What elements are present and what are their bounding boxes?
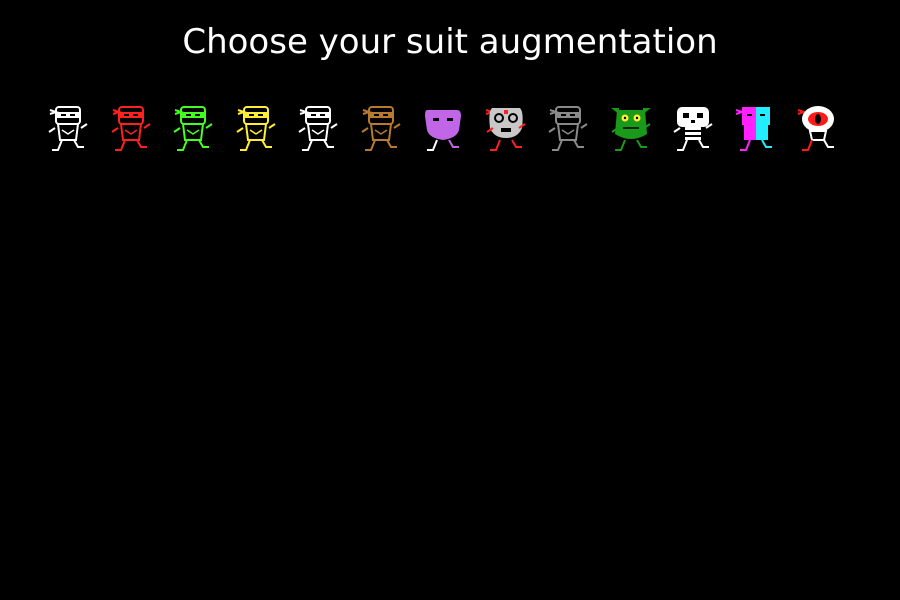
goblin-icon: [610, 108, 651, 151]
red-ninja-icon: [110, 106, 151, 151]
suit-option-yellow-ninja[interactable]: [232, 104, 280, 154]
white-ninja-icon: [48, 106, 88, 151]
gray-ninja-icon: [548, 106, 588, 151]
suit-option-gray-ninja[interactable]: [544, 104, 592, 154]
suit-option-eyeball[interactable]: [794, 104, 842, 154]
suit-option-split-ninja[interactable]: [732, 104, 780, 154]
white-ninja-2-icon: [298, 106, 338, 151]
yellow-ninja-icon: [235, 106, 276, 151]
suit-option-skeleton[interactable]: [669, 104, 717, 154]
split-ninja-icon: [735, 107, 772, 151]
suit-selection-row: [44, 104, 856, 156]
screen-title: Choose your suit augmentation: [182, 22, 718, 62]
suit-option-green-ninja[interactable]: [169, 104, 217, 154]
suit-option-brown-ninja[interactable]: [357, 104, 405, 154]
brown-ninja-icon: [360, 106, 401, 151]
suit-option-goblin[interactable]: [607, 104, 655, 154]
suit-option-robot[interactable]: [482, 104, 530, 154]
skeleton-icon: [673, 107, 713, 151]
suit-option-purple-blob[interactable]: [419, 104, 467, 154]
purple-blob-icon: [425, 110, 461, 151]
suit-option-white-ninja[interactable]: [44, 104, 92, 154]
eyeball-icon: [797, 106, 834, 151]
green-ninja-icon: [173, 106, 213, 151]
suit-option-white-ninja-2[interactable]: [294, 104, 342, 154]
robot-icon: [485, 108, 526, 151]
suit-option-red-ninja[interactable]: [107, 104, 155, 154]
